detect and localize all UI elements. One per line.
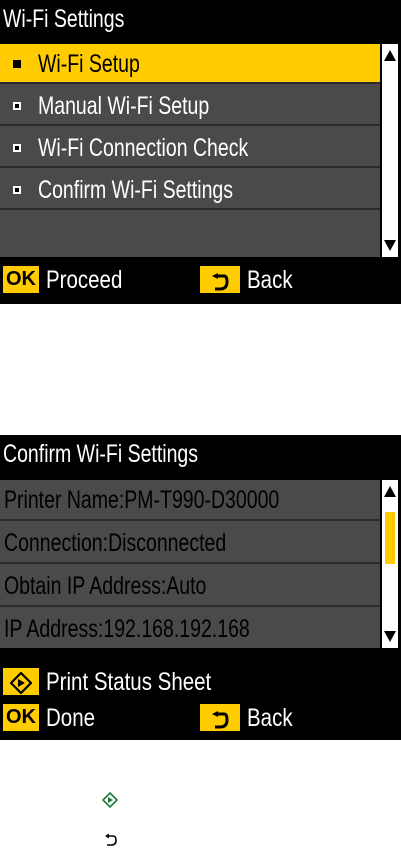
print-status-sheet-label: Print Status Sheet [45, 668, 212, 696]
scroll-down-icon[interactable] [384, 631, 396, 642]
page-title: Wi-Fi Settings [3, 5, 125, 33]
info-row-text: Printer Name:PM-T990-D30000 [4, 486, 280, 514]
footer-back[interactable]: Back [200, 700, 303, 736]
footer-back[interactable]: Back [200, 262, 303, 298]
scroll-up-icon[interactable] [384, 50, 396, 61]
start-diamond-icon [3, 667, 39, 695]
done-label: Done [45, 704, 95, 732]
wifi-settings-screen: Wi-Fi Settings Wi-Fi Setup Manual Wi-Fi … [0, 0, 401, 304]
scroll-thumb[interactable] [385, 512, 395, 564]
bullet-icon [13, 60, 21, 68]
info-row-obtain-ip: Obtain IP Address:Auto [0, 566, 380, 607]
back-arrow-icon [200, 265, 240, 293]
bullet-icon [13, 102, 21, 110]
scroll-up-icon[interactable] [384, 486, 396, 497]
menu-empty-row [0, 212, 380, 252]
wifi-settings-menu: Wi-Fi Setup Manual Wi-Fi Setup Wi-Fi Con… [0, 44, 380, 257]
menu-item-label: Wi-Fi Connection Check [38, 134, 249, 162]
scroll-down-icon[interactable] [384, 240, 396, 251]
info-row-connection: Connection:Disconnected [0, 523, 380, 564]
back-arrow-icon [104, 832, 118, 851]
info-row-text: Connection:Disconnected [4, 529, 227, 557]
back-arrow-icon [200, 703, 240, 731]
info-row-ip-address: IP Address:192.168.192.168 [0, 609, 380, 650]
menu-item-label: Confirm Wi-Fi Settings [38, 176, 234, 204]
footer-done[interactable]: OK Done [3, 700, 106, 736]
scrollbar[interactable] [382, 44, 398, 257]
menu-item-wifi-setup[interactable]: Wi-Fi Setup [0, 44, 380, 84]
start-diamond-icon [101, 791, 119, 812]
menu-item-manual-wifi-setup[interactable]: Manual Wi-Fi Setup [0, 86, 380, 126]
ok-button-icon: OK [3, 265, 39, 293]
bullet-icon [13, 186, 21, 194]
menu-item-confirm-wifi-settings[interactable]: Confirm Wi-Fi Settings [0, 170, 380, 210]
info-row-text: IP Address:192.168.192.168 [4, 615, 250, 643]
back-label: Back [246, 704, 293, 732]
page-title: Confirm Wi-Fi Settings [3, 440, 199, 468]
footer-print-status[interactable]: Print Status Sheet [3, 664, 247, 700]
info-row-text: Obtain IP Address:Auto [4, 572, 207, 600]
proceed-label: Proceed [45, 266, 123, 294]
info-row-printer-name: Printer Name:PM-T990-D30000 [0, 480, 380, 521]
settings-info-list: Printer Name:PM-T990-D30000 Connection:D… [0, 480, 380, 648]
menu-item-wifi-connection-check[interactable]: Wi-Fi Connection Check [0, 128, 380, 168]
footer-proceed[interactable]: OK Proceed [3, 262, 139, 298]
bullet-icon [13, 144, 21, 152]
menu-item-label: Manual Wi-Fi Setup [38, 92, 210, 120]
back-label: Back [246, 266, 293, 294]
ok-button-icon: OK [3, 703, 39, 731]
menu-item-label: Wi-Fi Setup [38, 50, 140, 78]
scrollbar[interactable] [382, 480, 398, 648]
